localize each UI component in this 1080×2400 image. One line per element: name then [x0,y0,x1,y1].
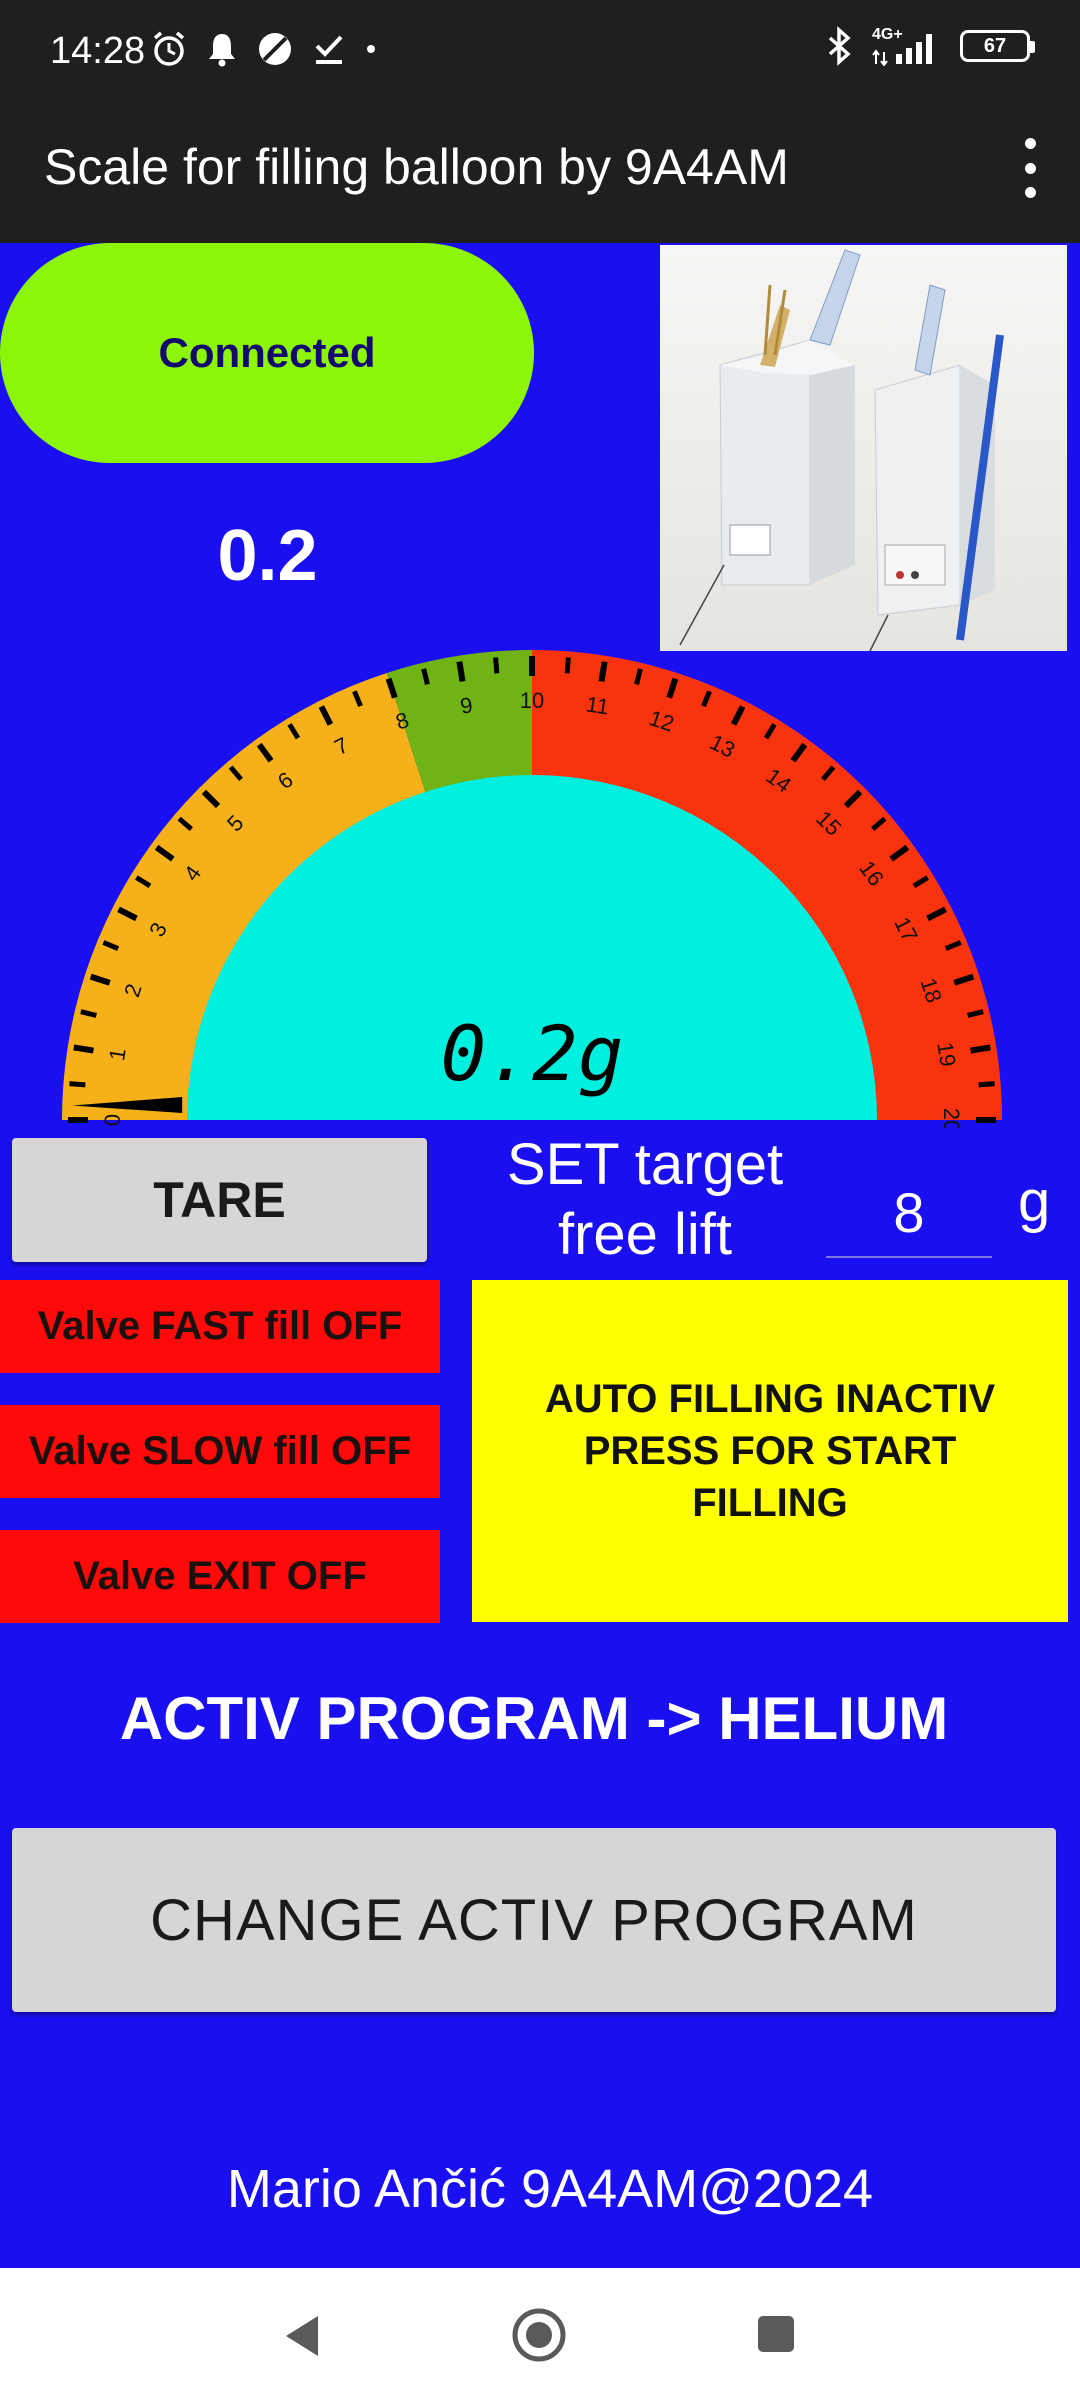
tare-label: TARE [153,1172,286,1228]
footer-credit: Mario Ančić 9A4AM@2024 [226,2159,874,2219]
valve-exit-button[interactable]: Valve EXIT OFF [0,1530,440,1623]
recent-apps-icon[interactable] [756,2314,796,2354]
gauge-tick [69,1081,86,1088]
app-bar: Scale for filling balloon by 9A4AM [0,100,1080,243]
task-done-icon [315,35,343,64]
gauge-tick [73,1044,94,1054]
battery-icon: 67 [960,30,1035,62]
no-disturb-icon [259,33,291,65]
target-unit: g [1018,1169,1051,1234]
change-program-button[interactable]: CHANGE ACTIV PROGRAM [12,1828,1056,2012]
valve-slow-button[interactable]: Valve SLOW fill OFF [0,1405,440,1498]
status-icons-right: 4G+ 67 [824,26,1035,66]
navigation-bar [0,2268,1080,2400]
target-free-lift-input[interactable]: 8 [826,1168,992,1258]
app-title: Scale for filling balloon by 9A4AM [44,139,789,195]
valve-slow-label: Valve SLOW fill OFF [28,1429,412,1473]
active-program-label: ACTIV PROGRAM -> HELIUM [119,1685,949,1752]
network-indicator: 4G+ [872,26,942,66]
auto-filling-button[interactable]: AUTO FILLING INACTIV PRESS FOR START FIL… [472,1280,1068,1622]
target-value: 8 [893,1180,925,1244]
gauge-tick-label: 19 [932,1040,961,1068]
connection-status-button[interactable]: Connected [0,243,534,463]
gauge-tick-label: 20 [939,1108,964,1128]
valve-fast-label: Valve FAST fill OFF [37,1304,403,1348]
gauge-tick-label: 10 [520,688,544,713]
alarm-icon [153,31,185,66]
device-photo [660,245,1067,651]
home-icon[interactable] [510,2306,568,2364]
gauge-tick [493,657,500,674]
gauge-tick-label: 11 [584,691,610,719]
gauge-display: 0.2g [440,1009,623,1098]
gauge-tick [978,1081,995,1088]
connection-label: Connected [158,329,376,376]
status-icons-left [150,30,378,68]
valve-exit-label: Valve EXIT OFF [73,1554,367,1598]
gauge-tick-label: 0 [100,1114,125,1126]
dot-icon [367,45,375,53]
back-icon[interactable] [282,2312,322,2360]
gauge-tick [970,1044,991,1054]
signal-icon [872,34,932,66]
weight-gauge: 0123456789 10 11 1213141516171819200.2g [62,650,1002,1128]
set-target-label: SET target free lift [506,1132,784,1267]
weight-readout: 0.2 [217,516,318,596]
valve-fast-button[interactable]: Valve FAST fill OFF [0,1280,440,1373]
battery-level: 67 [983,34,1007,57]
auto-filling-label: AUTO FILLING INACTIV PRESS FOR START FIL… [544,1377,996,1525]
overflow-menu-icon[interactable] [1020,138,1040,198]
tare-button[interactable]: TARE [12,1138,427,1262]
gauge-tick [598,661,608,682]
status-bar: 14:28 4G+ 67 [0,0,1080,100]
status-time: 14:28 [50,30,146,72]
gauge-tick [456,661,466,682]
bluetooth-icon [828,26,851,66]
gauge-tick [564,657,571,674]
bell-icon [209,34,235,67]
change-program-label: CHANGE ACTIV PROGRAM [150,1887,918,1953]
